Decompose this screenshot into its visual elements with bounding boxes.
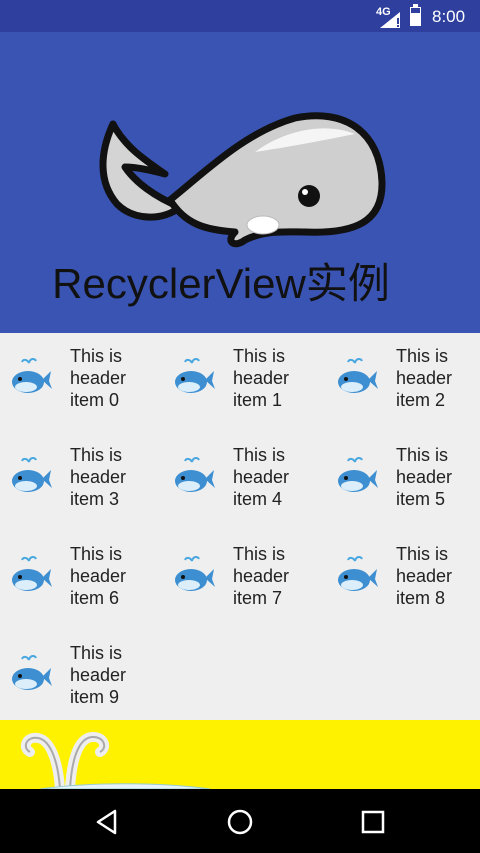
list-item[interactable]: This is header item 6 <box>0 531 160 630</box>
list-item[interactable]: This is header item 4 <box>163 432 323 531</box>
recents-icon[interactable] <box>358 807 388 837</box>
status-bar: 4G 8:00 <box>0 0 480 32</box>
back-icon[interactable] <box>93 807 123 837</box>
clock: 8:00 <box>432 7 466 26</box>
whale-icon <box>12 654 52 690</box>
list-item[interactable]: This is header item 7 <box>163 531 323 630</box>
header-banner: RecyclerView实例 <box>0 32 480 333</box>
list-item[interactable]: This is header item 0 <box>0 333 160 432</box>
whale-logo-icon <box>99 112 386 248</box>
whale-icon <box>338 456 378 492</box>
page-title: RecyclerView实例 <box>52 260 390 307</box>
item-label: This is header item 9 <box>70 643 127 707</box>
whale-icon <box>12 555 52 591</box>
list-item[interactable]: This is header item 2 <box>326 333 480 432</box>
signal-icon <box>380 12 400 28</box>
whale-icon <box>175 357 215 393</box>
item-label: This is header item 1 <box>233 346 290 410</box>
water-spout-icon <box>20 732 211 789</box>
footer-banner-image <box>0 720 480 789</box>
list-item[interactable]: This is header item 5 <box>326 432 480 531</box>
whale-icon <box>338 555 378 591</box>
list-item[interactable]: This is header item 8 <box>326 531 480 630</box>
item-label: This is header item 2 <box>396 346 453 410</box>
list-item[interactable]: This is header item 1 <box>163 333 323 432</box>
home-icon[interactable] <box>225 807 255 837</box>
whale-icon <box>338 357 378 393</box>
battery-level <box>411 13 420 25</box>
item-label: This is header item 8 <box>396 544 453 608</box>
item-label: This is header item 6 <box>70 544 127 608</box>
navigation-bar <box>0 789 480 853</box>
recycler-grid[interactable]: This is header item 0 This is header ite… <box>0 333 480 720</box>
list-item[interactable]: This is header item 3 <box>0 432 160 531</box>
item-label: This is header item 0 <box>70 346 127 410</box>
item-label: This is header item 4 <box>233 445 290 509</box>
whale-icon <box>175 456 215 492</box>
whale-icon <box>175 555 215 591</box>
item-label: This is header item 7 <box>233 544 290 608</box>
list-item[interactable]: This is header item 9 <box>0 630 160 729</box>
whale-icon <box>12 456 52 492</box>
item-label: This is header item 3 <box>70 445 127 509</box>
whale-icon <box>12 357 52 393</box>
item-label: This is header item 5 <box>396 445 453 509</box>
